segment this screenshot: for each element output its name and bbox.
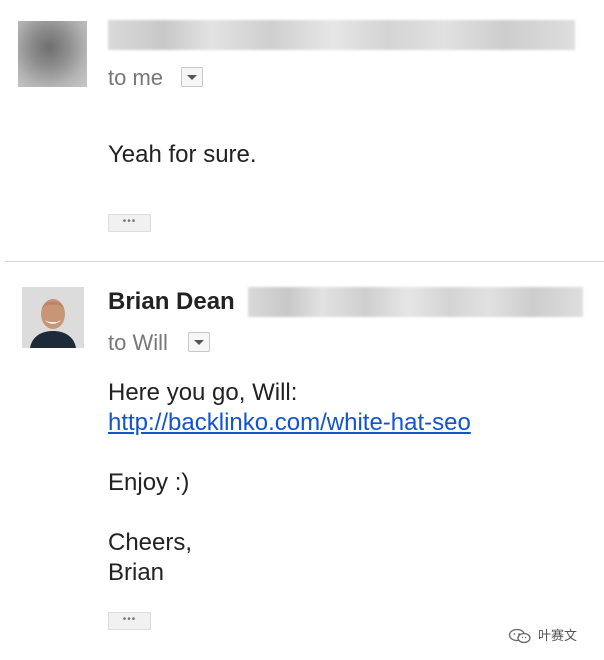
message-body-line: Here you go, Will:: [108, 379, 298, 406]
message-body: Yeah for sure.: [108, 141, 257, 168]
sender-avatar-photo[interactable]: [22, 287, 84, 348]
message-body-line: Enjoy :): [108, 469, 190, 496]
wechat-icon: [508, 628, 531, 644]
show-trimmed-content-button[interactable]: •••: [108, 214, 151, 232]
watermark: 叶赛文: [508, 626, 598, 646]
show-trimmed-content-button[interactable]: •••: [108, 612, 151, 630]
message-link[interactable]: http://backlinko.com/white-hat-seo: [108, 408, 471, 438]
sender-email-redacted: [248, 287, 583, 317]
sender-name[interactable]: Brian Dean: [108, 288, 235, 316]
show-details-dropdown[interactable]: [181, 67, 203, 87]
watermark-label: 叶赛文: [538, 628, 578, 643]
recipient-label: to me: [108, 65, 164, 90]
person-avatar-icon: [22, 287, 84, 348]
sender-avatar-blurred[interactable]: [18, 21, 87, 87]
message-signature: Brian: [108, 559, 165, 586]
message-divider: [5, 261, 604, 262]
message-body-line: Cheers,: [108, 529, 193, 556]
sender-name-redacted: [108, 20, 575, 50]
show-details-dropdown[interactable]: [188, 332, 210, 352]
recipient-label: to Will: [108, 330, 168, 355]
